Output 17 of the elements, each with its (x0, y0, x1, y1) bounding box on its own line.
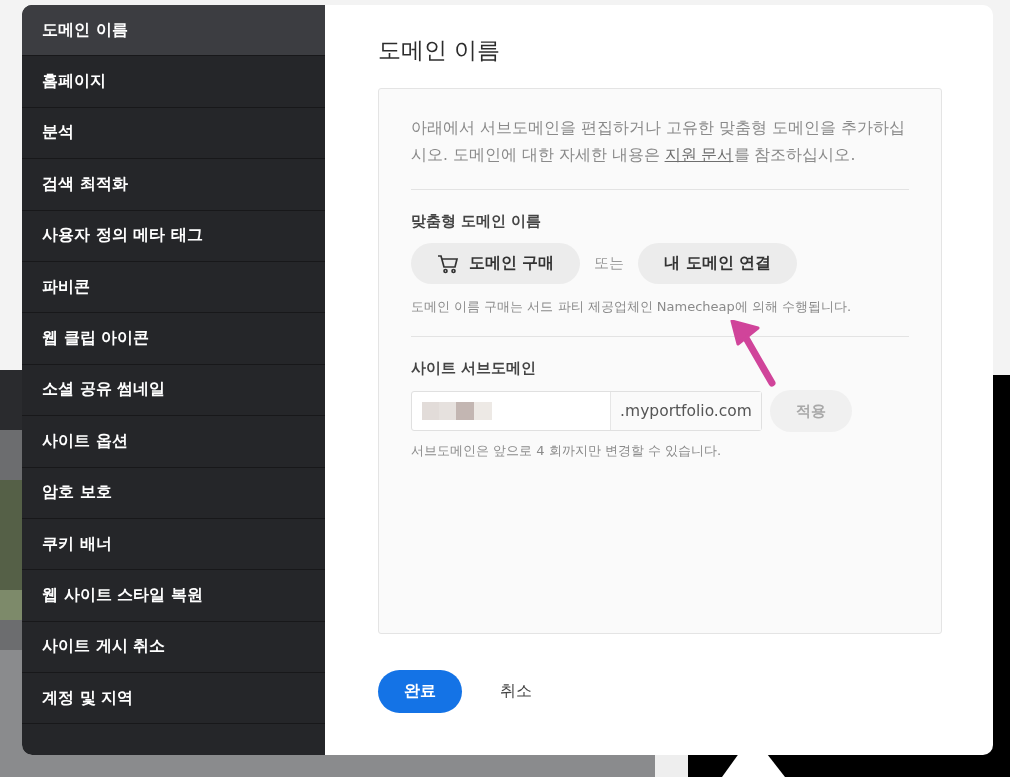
cancel-button[interactable]: 취소 (500, 681, 532, 702)
subdomain-note: 서브도메인은 앞으로 4 회까지만 변경할 수 있습니다. (411, 442, 723, 460)
support-docs-link[interactable]: 지원 문서 (664, 146, 734, 164)
intro-text: 아래에서 서브도메인을 편집하거나 고유한 맞춤형 도메인을 추가하십시오. 도메인에 대한 자세한 내용은 지원 문서 를 참조하십시오. (411, 118, 906, 166)
section-heading: 사이트 서브도메인 (411, 359, 538, 378)
blurred-text-drawing (422, 402, 492, 420)
connect-domain-button[interactable]: 내 도메인 연결 (638, 243, 798, 284)
subdomain-field[interactable]: .myportfolio.com (411, 391, 762, 431)
buy-domain-button[interactable]: 도메인 구매 (411, 243, 581, 284)
section-heading: 맞춤형 도메인 이름 (411, 212, 543, 231)
sidebar-item[interactable]: 도메인 이름 (22, 5, 325, 57)
or-label: 또는 (594, 254, 625, 273)
done-button[interactable]: 완료 (378, 670, 462, 713)
dialog-title: 도메인 이름 (378, 36, 502, 65)
cart-icon (437, 253, 459, 274)
domain-suffix: .myportfolio.com (611, 392, 761, 430)
purchase-note: 도메인 이름 구매는 서드 파티 제공업체인 Namecheap에 의해 수행됩니다. (411, 298, 853, 316)
